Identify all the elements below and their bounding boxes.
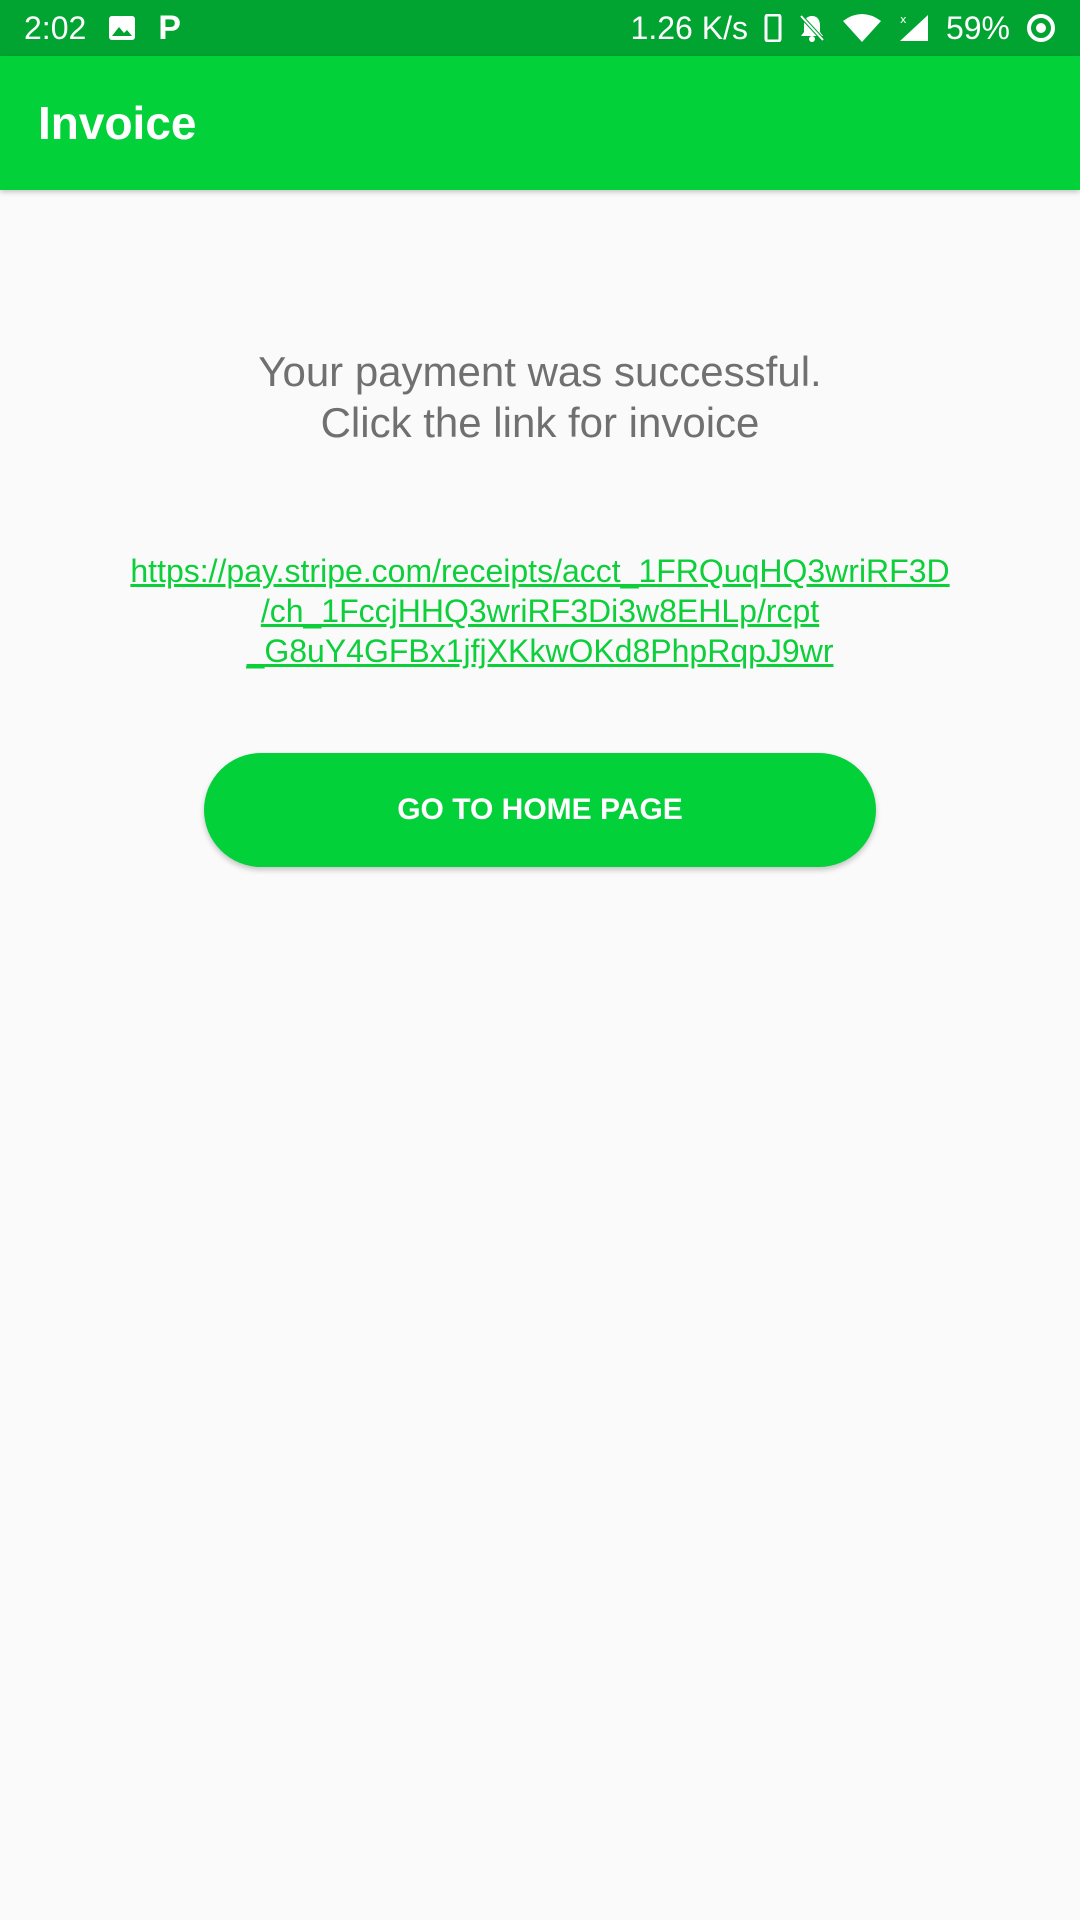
status-bar-left: 2:02 P: [24, 10, 181, 47]
message-line-1: Your payment was successful.: [258, 348, 822, 395]
status-time: 2:02: [24, 9, 87, 46]
invoice-link-line-3: _G8uY4GFBx1jfjXKkwOKd8PhpRqpJ9wr: [246, 633, 834, 669]
app-bar: Invoice: [0, 56, 1080, 190]
signal-icon: x: [898, 13, 930, 43]
invoice-link-line-1: https://pay.stripe.com/receipts/acct_1FR…: [130, 553, 950, 589]
message-line-2: Click the link for invoice: [320, 399, 760, 446]
go-to-home-page-button[interactable]: GO TO HOME PAGE: [204, 753, 876, 867]
svg-text:x: x: [900, 13, 907, 26]
battery-percentage: 59%: [945, 9, 1010, 46]
invoice-link-line-2: /ch_1FccjHHQ3wriRF3Di3w8EHLp/rcpt: [260, 593, 820, 629]
bell-off-icon: [798, 13, 826, 43]
phone-icon: [764, 14, 782, 42]
invoice-link[interactable]: https://pay.stripe.com/receipts/acct_1FR…: [70, 551, 1010, 671]
status-bar: 2:02 P 1.26 K/s x 59%: [0, 0, 1080, 56]
network-speed: 1.26 K/s: [630, 9, 748, 46]
image-icon: [108, 15, 136, 41]
status-bar-right: 1.26 K/s x 59%: [631, 10, 1056, 47]
battery-saver-icon: [1026, 13, 1056, 43]
wifi-icon: [842, 13, 882, 43]
page-title: Invoice: [38, 97, 197, 149]
payment-success-message: Your payment was successful. Click the l…: [0, 346, 1080, 448]
p-app-icon: P: [158, 9, 181, 47]
